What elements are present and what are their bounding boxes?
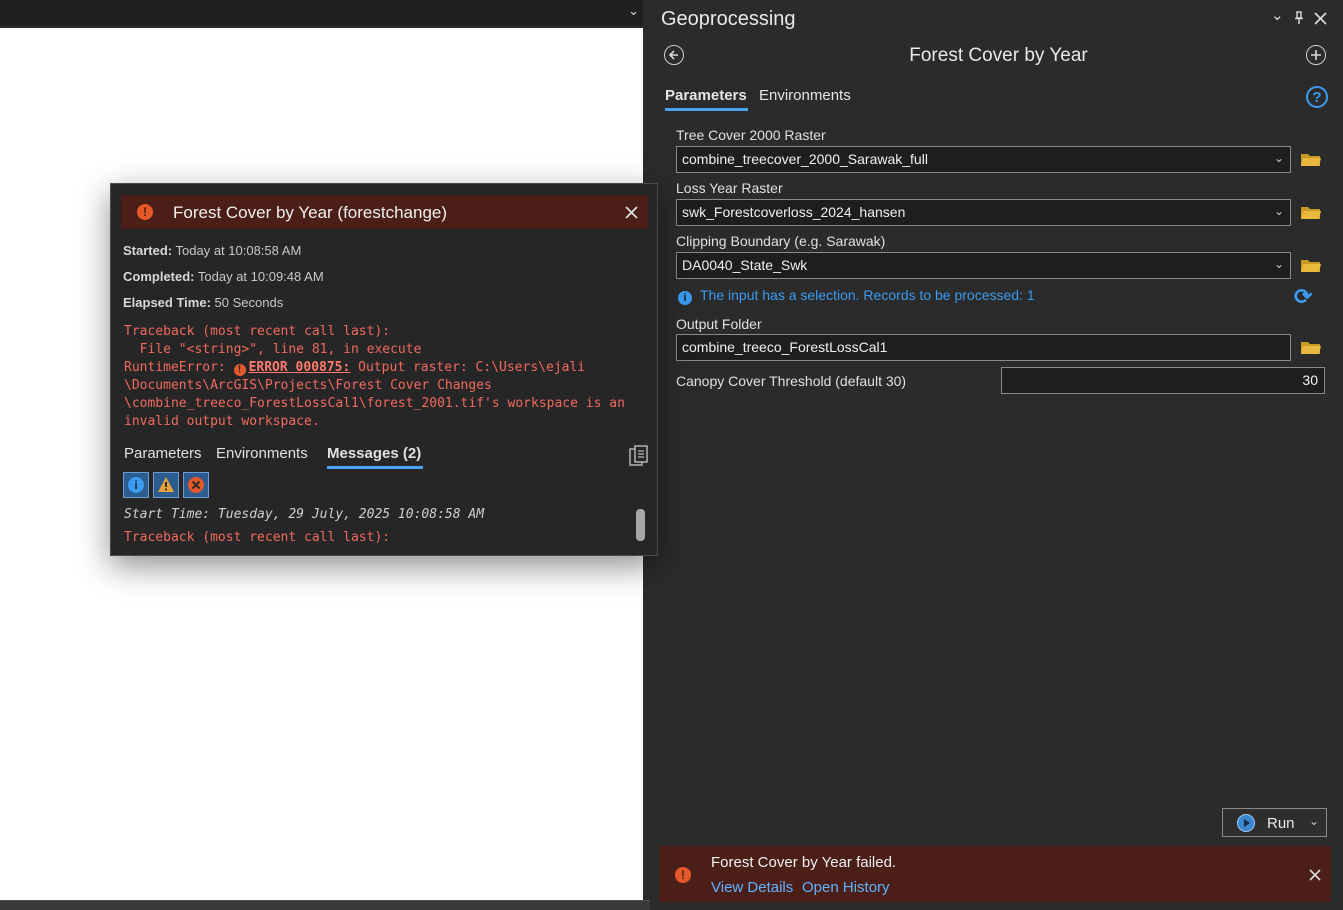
- copy-icon[interactable]: [629, 445, 649, 467]
- error-icon: !: [233, 364, 246, 376]
- info-icon: i: [128, 477, 144, 493]
- param-label-threshold: Canopy Cover Threshold (default 30): [676, 373, 907, 389]
- trace-line: \Documents\ArcGIS\Projects\Forest Cover …: [124, 378, 492, 393]
- loss-year-combo[interactable]: swk_Forestcoverloss_2024_hansen ⌄: [676, 199, 1291, 226]
- error-traceback: Traceback (most recent call last): File …: [124, 323, 625, 431]
- help-button[interactable]: ?: [1306, 86, 1328, 108]
- started-value: Today at 10:08:58 AM: [175, 243, 302, 258]
- folder-icon[interactable]: [1300, 204, 1322, 220]
- error-icon: [188, 477, 204, 493]
- chevron-down-icon[interactable]: ⌄: [1274, 204, 1284, 218]
- chevron-down-icon[interactable]: ⌄: [628, 3, 639, 19]
- play-icon: [1237, 814, 1255, 832]
- combo-value: swk_Forestcoverloss_2024_hansen: [682, 204, 906, 220]
- trace-line: File "<string>", line 81, in execute: [124, 342, 422, 357]
- completed-value: Today at 10:09:48 AM: [197, 269, 324, 284]
- tab-parameters[interactable]: Parameters: [665, 87, 747, 104]
- clipping-boundary-combo[interactable]: DA0040_State_Swk ⌄: [676, 252, 1291, 279]
- info-filter-toggle[interactable]: i: [123, 472, 149, 498]
- selection-info-text: The input has a selection. Records to be…: [700, 287, 1035, 303]
- trace-line: Traceback (most recent call last):: [124, 324, 391, 339]
- tree-cover-combo[interactable]: combine_treecover_2000_Sarawak_full ⌄: [676, 146, 1291, 173]
- param-label-output-folder: Output Folder: [676, 316, 762, 332]
- param-label-clipping-boundary: Clipping Boundary (e.g. Sarawak): [676, 233, 886, 249]
- combo-value: combine_treecover_2000_Sarawak_full: [682, 151, 928, 167]
- trace-line: invalid output workspace.: [124, 414, 320, 429]
- chevron-down-icon[interactable]: ⌄: [1271, 6, 1284, 24]
- selection-info: i The input has a selection. Records to b…: [678, 287, 1035, 305]
- combo-value: DA0040_State_Swk: [682, 257, 808, 273]
- error-code-link[interactable]: ERROR 000875:: [249, 360, 351, 375]
- tab-parameters[interactable]: Parameters: [124, 445, 202, 462]
- run-button[interactable]: Run ⌄: [1222, 808, 1327, 837]
- close-icon[interactable]: [625, 206, 638, 219]
- started-row: Started: Today at 10:08:58 AM: [123, 243, 301, 258]
- error-filter-toggle[interactable]: [183, 472, 209, 498]
- plus-icon: [1311, 50, 1321, 60]
- tab-environments[interactable]: Environments: [759, 87, 851, 104]
- geoprocessing-pane: Geoprocessing ⌄ Forest Cover by Year Par…: [654, 0, 1343, 909]
- completed-row: Completed: Today at 10:09:48 AM: [123, 269, 324, 284]
- started-label: Started:: [123, 243, 173, 258]
- tab-messages[interactable]: Messages (2): [327, 445, 421, 462]
- chevron-down-icon[interactable]: ⌄: [1309, 814, 1319, 828]
- popup-title: Forest Cover by Year (forestchange): [173, 203, 448, 222]
- active-tab-indicator: [327, 466, 423, 469]
- refresh-icon[interactable]: ⟳: [1294, 284, 1312, 310]
- add-button[interactable]: [1306, 45, 1326, 65]
- open-history-link[interactable]: Open History: [802, 879, 890, 896]
- message-row-error: Traceback (most recent call last):: [124, 530, 391, 545]
- trace-prefix: RuntimeError:: [124, 360, 234, 375]
- tool-title: Forest Cover by Year: [909, 45, 1088, 66]
- pane-title: Geoprocessing: [661, 8, 796, 30]
- elapsed-row: Elapsed Time: 50 Seconds: [123, 295, 283, 310]
- trace-rest: Output raster: C:\Users\ejali: [350, 360, 586, 375]
- elapsed-label: Elapsed Time:: [123, 295, 211, 310]
- completed-label: Completed:: [123, 269, 195, 284]
- close-icon[interactable]: [1309, 869, 1321, 881]
- tool-result-popup: ! Forest Cover by Year (forestchange) St…: [110, 183, 658, 556]
- warning-filter-toggle[interactable]: [153, 472, 179, 498]
- message-row-info: Start Time: Tuesday, 29 July, 2025 10:08…: [124, 507, 485, 522]
- chevron-down-icon[interactable]: ⌄: [1274, 151, 1284, 165]
- param-label-tree-cover: Tree Cover 2000 Raster: [676, 127, 826, 143]
- folder-icon[interactable]: [1300, 257, 1322, 273]
- chevron-down-icon[interactable]: ⌄: [1274, 257, 1284, 271]
- param-label-loss-year: Loss Year Raster: [676, 180, 783, 196]
- view-details-link[interactable]: View Details: [711, 879, 793, 896]
- info-icon: i: [678, 291, 692, 305]
- failure-message: Forest Cover by Year failed.: [711, 854, 897, 871]
- run-label: Run: [1267, 815, 1295, 832]
- error-icon: !: [675, 867, 691, 883]
- popup-header: ! Forest Cover by Year (forestchange): [121, 195, 648, 229]
- active-tab-indicator: [665, 108, 748, 111]
- folder-icon[interactable]: [1300, 151, 1322, 167]
- failure-notification: ! Forest Cover by Year failed. View Deta…: [659, 846, 1331, 902]
- folder-icon[interactable]: [1300, 339, 1322, 355]
- messages-scrollbar[interactable]: [636, 509, 645, 541]
- warning-icon: [158, 477, 174, 492]
- input-value: combine_treeco_ForestLossCal1: [682, 339, 888, 355]
- close-icon[interactable]: [1314, 12, 1327, 25]
- trace-line: \combine_treeco_ForestLossCal1\forest_20…: [124, 396, 625, 411]
- trace-line: RuntimeError: ! ERROR 000875: Output rast…: [124, 359, 625, 377]
- elapsed-value: 50 Seconds: [214, 295, 284, 310]
- error-icon: !: [137, 204, 153, 220]
- map-view-header: ⌄: [0, 0, 647, 26]
- threshold-input[interactable]: 30: [1001, 367, 1325, 394]
- output-folder-input[interactable]: combine_treeco_ForestLossCal1: [676, 334, 1291, 361]
- tab-environments[interactable]: Environments: [216, 445, 308, 462]
- help-icon: ?: [1312, 88, 1322, 106]
- pin-icon[interactable]: [1294, 11, 1304, 25]
